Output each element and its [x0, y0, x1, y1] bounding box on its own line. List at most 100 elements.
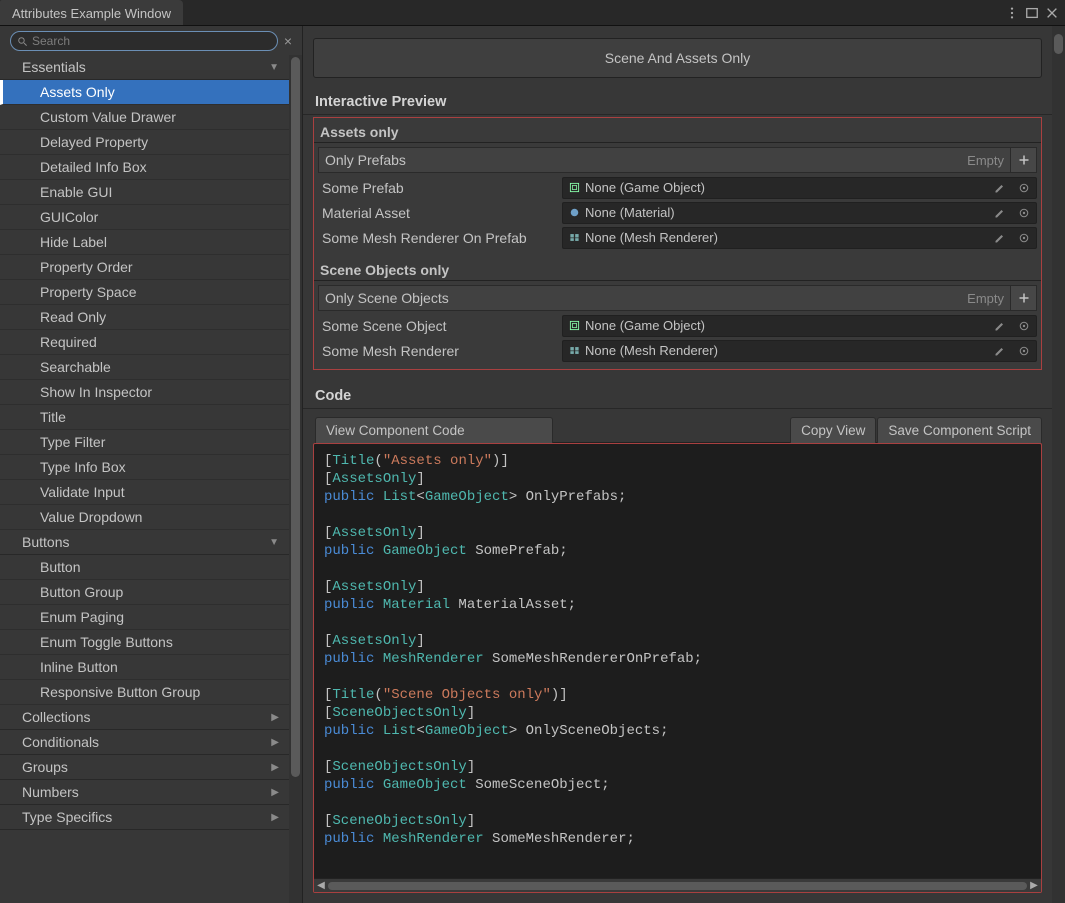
code-panel: [Title("Assets only")] [AssetsOnly] publ… — [313, 443, 1042, 893]
edit-icon[interactable] — [990, 182, 1010, 194]
sidebar-item[interactable]: Required — [0, 330, 289, 355]
sidebar-item-label: Inline Button — [40, 659, 118, 675]
object-picker-icon[interactable] — [1014, 232, 1034, 244]
main-scrollbar[interactable] — [1052, 26, 1065, 903]
sidebar-item[interactable]: Property Order — [0, 255, 289, 280]
chevron-right-icon: ▶ — [271, 787, 279, 798]
maximize-icon[interactable] — [1025, 6, 1039, 20]
sidebar-item[interactable]: Validate Input — [0, 480, 289, 505]
sidebar-category[interactable]: Conditionals▶ — [0, 730, 289, 755]
sidebar-item-label: Property Order — [40, 259, 133, 275]
clear-search-icon[interactable]: × — [282, 33, 294, 49]
code-label: Code — [303, 374, 1052, 408]
edit-icon[interactable] — [990, 232, 1010, 244]
sidebar-item-label: Enum Toggle Buttons — [40, 634, 173, 650]
code-text[interactable]: [Title("Assets only")] [AssetsOnly] publ… — [314, 444, 1041, 878]
object-field[interactable]: None (Game Object) — [562, 177, 1037, 199]
search-box[interactable] — [10, 31, 278, 51]
sidebar-item[interactable]: Searchable — [0, 355, 289, 380]
object-picker-icon[interactable] — [1014, 207, 1034, 219]
chevron-down-icon: ▼ — [269, 537, 279, 548]
window-tab[interactable]: Attributes Example Window — [0, 0, 183, 25]
edit-icon[interactable] — [990, 345, 1010, 357]
tab-copy-view[interactable]: Copy View — [790, 417, 876, 443]
sidebar-item-label: Property Space — [40, 284, 137, 300]
sidebar-item[interactable]: Inline Button — [0, 655, 289, 680]
sidebar-category[interactable]: Collections▶ — [0, 705, 289, 730]
object-picker-icon[interactable] — [1014, 320, 1034, 332]
object-picker-icon[interactable] — [1014, 182, 1034, 194]
sidebar-item[interactable]: Title — [0, 405, 289, 430]
sidebar-item-label: Type Info Box — [40, 459, 126, 475]
tab-save-script[interactable]: Save Component Script — [877, 417, 1042, 443]
sidebar-item[interactable]: Value Dropdown — [0, 505, 289, 530]
sidebar-category[interactable]: Buttons▼ — [0, 530, 289, 555]
object-field-value: None (Material) — [585, 205, 986, 220]
type-icon — [567, 345, 581, 356]
type-icon — [567, 207, 581, 218]
plus-icon — [1018, 154, 1030, 166]
object-field[interactable]: None (Mesh Renderer) — [562, 227, 1037, 249]
property-row: Some Scene ObjectNone (Game Object) — [318, 313, 1037, 338]
sidebar-tree[interactable]: Essentials▼ Assets Only Custom Value Drawe… — [0, 55, 289, 903]
property-row: Some Mesh Renderer On PrefabNone (Mesh R… — [318, 225, 1037, 250]
property-row: Material AssetNone (Material) — [318, 200, 1037, 225]
only-scene-header[interactable]: Only Scene Objects Empty — [318, 285, 1037, 311]
property-row: Some PrefabNone (Game Object) — [318, 175, 1037, 200]
sidebar-item[interactable]: Custom Value Drawer — [0, 105, 289, 130]
sidebar-category[interactable]: Numbers▶ — [0, 780, 289, 805]
object-field[interactable]: None (Material) — [562, 202, 1037, 224]
sidebar-item-label: GUIColor — [40, 209, 98, 225]
sidebar-item-label: Assets Only — [40, 84, 115, 100]
sidebar-item[interactable]: Assets Only — [0, 80, 289, 105]
sidebar-item[interactable]: Type Filter — [0, 430, 289, 455]
sidebar-item[interactable]: Property Space — [0, 280, 289, 305]
sidebar-item[interactable]: Enable GUI — [0, 180, 289, 205]
chevron-right-icon: ▶ — [271, 812, 279, 823]
sidebar-item[interactable]: Enum Toggle Buttons — [0, 630, 289, 655]
sidebar-category[interactable]: Groups▶ — [0, 755, 289, 780]
plus-icon — [1018, 292, 1030, 304]
sidebar-scrollbar[interactable] — [289, 55, 302, 903]
scroll-left-icon[interactable]: ◀ — [314, 880, 328, 891]
only-prefabs-header[interactable]: Only Prefabs Empty — [318, 147, 1037, 173]
chevron-down-icon: ▼ — [269, 62, 279, 73]
object-field[interactable]: None (Mesh Renderer) — [562, 340, 1037, 362]
object-field[interactable]: None (Game Object) — [562, 315, 1037, 337]
sidebar-item-label: Enable GUI — [40, 184, 112, 200]
sidebar-item[interactable]: Read Only — [0, 305, 289, 330]
sidebar-item[interactable]: Delayed Property — [0, 130, 289, 155]
tab-view-code[interactable]: View Component Code — [315, 417, 553, 443]
code-h-scrollbar[interactable]: ◀ ▶ — [314, 878, 1041, 892]
sidebar-item[interactable]: GUIColor — [0, 205, 289, 230]
sidebar-item-label: Title — [40, 409, 66, 425]
sidebar-item[interactable]: Hide Label — [0, 230, 289, 255]
search-input[interactable] — [32, 34, 271, 48]
edit-icon[interactable] — [990, 207, 1010, 219]
edit-icon[interactable] — [990, 320, 1010, 332]
sidebar-item[interactable]: Button — [0, 555, 289, 580]
sidebar-category[interactable]: Essentials▼ — [0, 55, 289, 80]
sidebar-item[interactable]: Enum Paging — [0, 605, 289, 630]
object-field-value: None (Game Object) — [585, 318, 986, 333]
close-icon[interactable] — [1045, 6, 1059, 20]
menu-dots-icon[interactable] — [1005, 6, 1019, 20]
sidebar-item[interactable]: Responsive Button Group — [0, 680, 289, 705]
scroll-right-icon[interactable]: ▶ — [1027, 880, 1041, 891]
add-button[interactable] — [1010, 286, 1036, 310]
sidebar-item[interactable]: Detailed Info Box — [0, 155, 289, 180]
interactive-preview-label: Interactive Preview — [303, 84, 1052, 114]
type-icon — [567, 182, 581, 193]
sidebar-item-label: Show In Inspector — [40, 384, 152, 400]
sidebar-item[interactable]: Show In Inspector — [0, 380, 289, 405]
sidebar-item-label: Enum Paging — [40, 609, 124, 625]
property-label: Some Mesh Renderer On Prefab — [318, 230, 562, 246]
window-title: Attributes Example Window — [12, 6, 171, 21]
add-button[interactable] — [1010, 148, 1036, 172]
sidebar-item[interactable]: Button Group — [0, 580, 289, 605]
page-title: Scene And Assets Only — [313, 38, 1042, 78]
chevron-right-icon: ▶ — [271, 737, 279, 748]
object-picker-icon[interactable] — [1014, 345, 1034, 357]
sidebar-category[interactable]: Type Specifics▶ — [0, 805, 289, 830]
sidebar-item[interactable]: Type Info Box — [0, 455, 289, 480]
